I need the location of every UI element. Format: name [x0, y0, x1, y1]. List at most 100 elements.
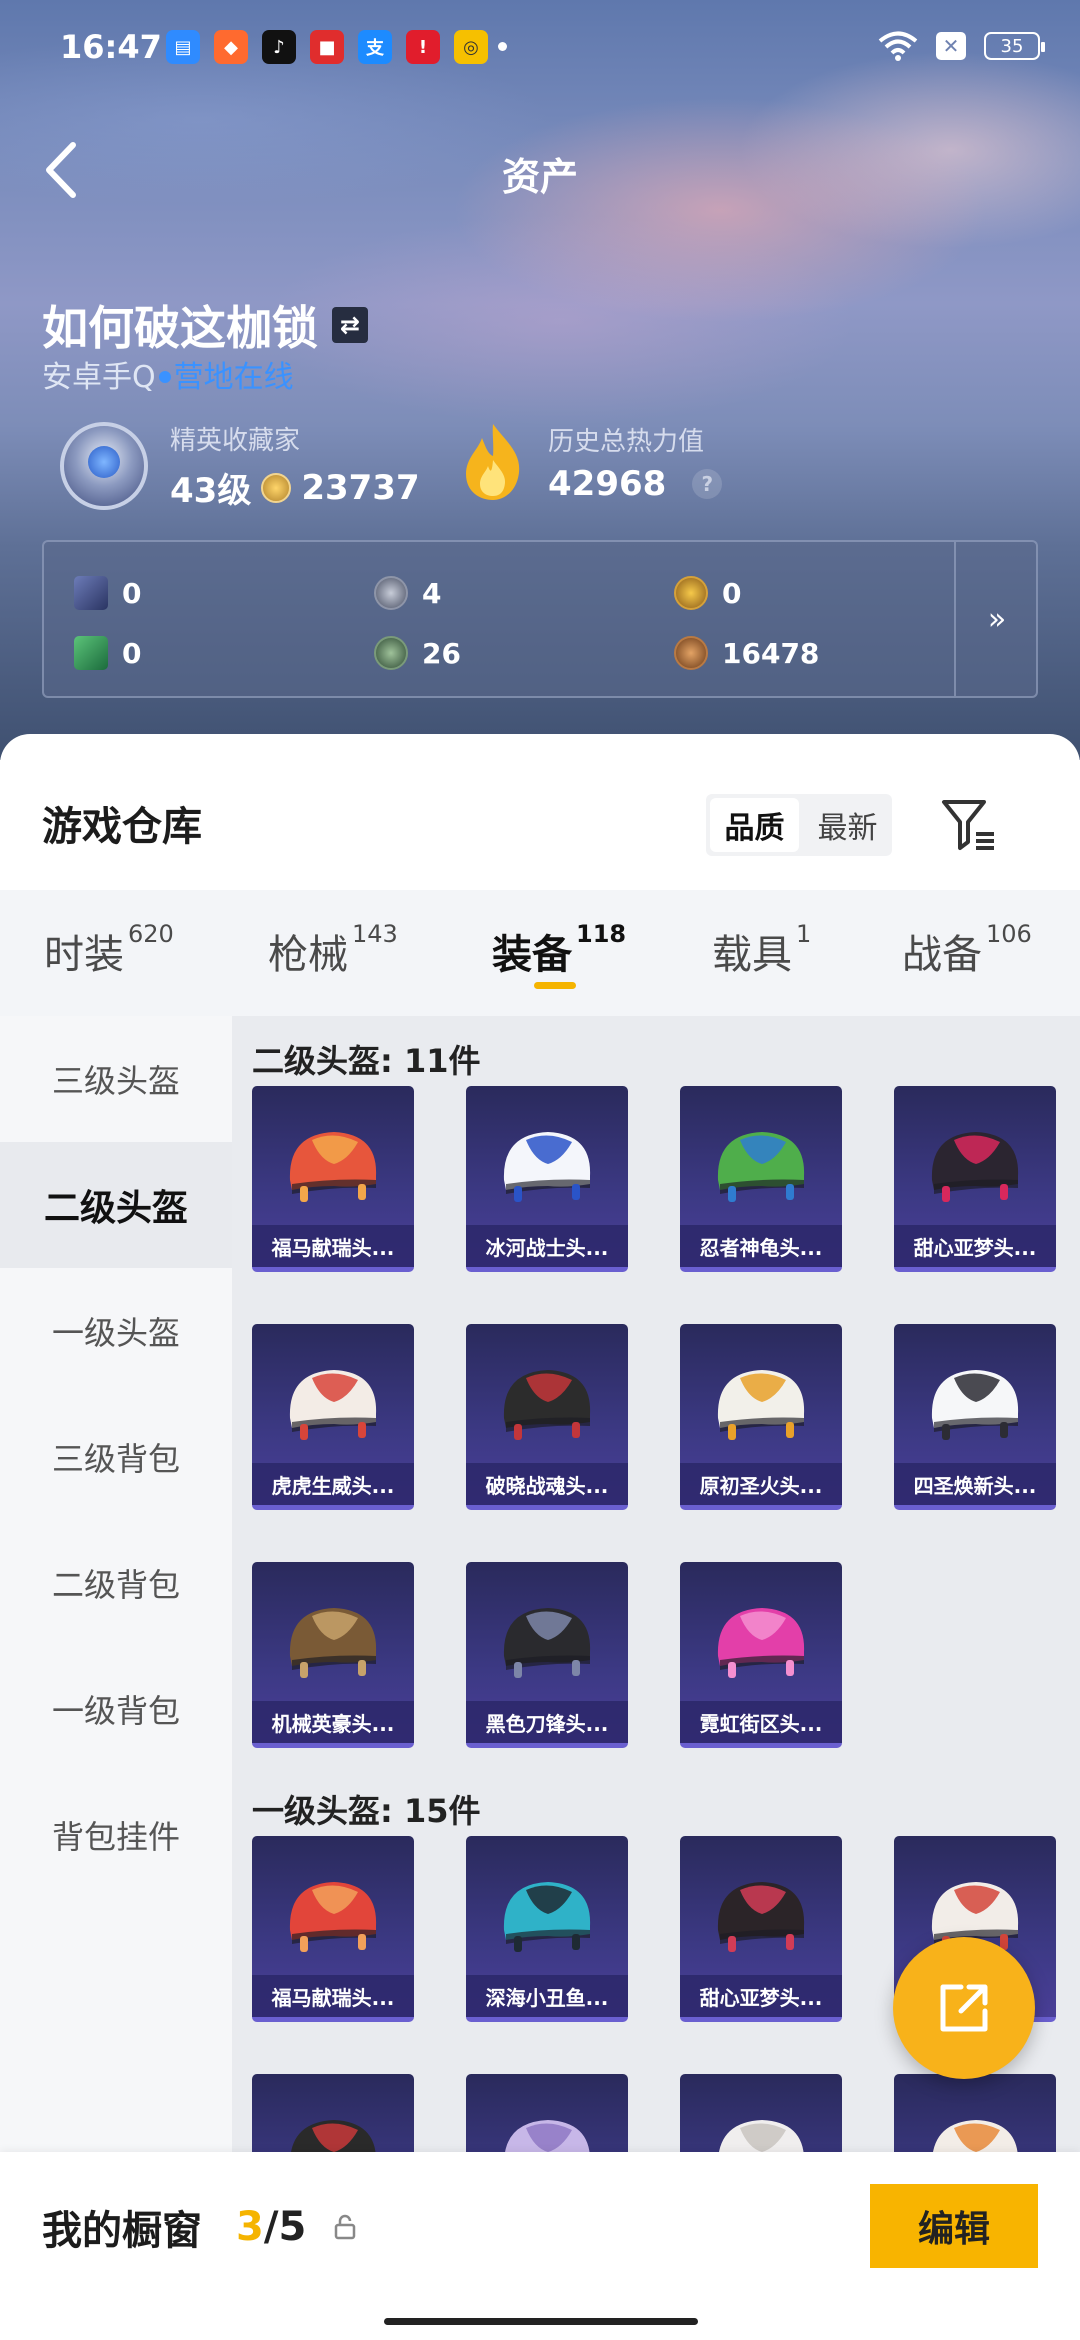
currency-e: 26: [374, 636, 461, 670]
item-grid: 二级头盔: 11件 一级头盔: 15件 福马献瑞头... 冰河战士头... 忍者神龟…: [232, 1016, 1080, 2340]
sim-off-icon: ✕: [936, 32, 966, 60]
more-notifications-dot: [498, 42, 507, 51]
helmet-card[interactable]: 甜心亚梦头...: [680, 1836, 842, 2022]
bronze-coin-icon: [674, 636, 708, 670]
profile-name: 如何破这枷锁: [42, 301, 318, 355]
flame-icon: [466, 424, 520, 500]
sidebar-item-helmet-2[interactable]: 二级头盔: [0, 1142, 232, 1268]
helmet-card[interactable]: 福马献瑞头...: [252, 1836, 414, 2022]
helmet-icon: [717, 1882, 805, 1952]
sort-quality[interactable]: 品质: [710, 798, 799, 852]
helmet-card[interactable]: 破晓战魂头...: [466, 1324, 628, 1510]
status-time: 16:47: [60, 28, 162, 66]
app-notification-icon: ◆: [214, 30, 248, 64]
share-button[interactable]: [893, 1937, 1035, 2079]
helmet-card[interactable]: 黑色刀锋头...: [466, 1562, 628, 1748]
section-title: 一级头盔: 15件: [252, 1792, 481, 1830]
profile-name-row: 如何破这枷锁 ⇄: [42, 292, 368, 358]
helmet-card-name: 忍者神龟头...: [680, 1225, 842, 1267]
tab-vehicles[interactable]: 载具 1: [712, 920, 811, 980]
switch-account-icon[interactable]: ⇄: [332, 307, 368, 343]
tab-gear[interactable]: 战备 106: [902, 920, 1032, 980]
showcase-label: 我的橱窗: [42, 2208, 202, 2254]
sort-newest[interactable]: 最新: [803, 794, 892, 856]
tiktok-icon: ♪: [262, 30, 296, 64]
helmet-card[interactable]: 机械英豪头...: [252, 1562, 414, 1748]
helmet-card[interactable]: 冰河战士头...: [466, 1086, 628, 1272]
tab-count: 620: [128, 920, 174, 948]
app-notification-icon: ■: [310, 30, 344, 64]
helmet-icon: [289, 1370, 377, 1440]
currency-more-button[interactable]: »: [956, 542, 1038, 696]
edit-showcase-button[interactable]: 编辑: [870, 2184, 1038, 2268]
helmet-card[interactable]: 四圣焕新头...: [894, 1324, 1056, 1510]
currency-value: 4: [422, 576, 442, 610]
helmet-card[interactable]: 虎虎生威头...: [252, 1324, 414, 1510]
warehouse-title: 游戏仓库: [42, 804, 202, 850]
helmet-card[interactable]: 福马献瑞头...: [252, 1086, 414, 1272]
helmet-icon: [931, 1132, 1019, 1202]
share-external-icon: [940, 1984, 988, 2032]
tab-count: 118: [576, 920, 627, 948]
tab-fashion[interactable]: 时装 620: [44, 920, 174, 980]
sidebar-item-backpack-2[interactable]: 二级背包: [0, 1520, 232, 1646]
tab-equipment[interactable]: 装备 118: [492, 920, 627, 980]
card-coupon-icon: [74, 576, 108, 610]
heat-help-icon[interactable]: ?: [692, 468, 723, 499]
sidebar-item-backpack-1[interactable]: 一级背包: [0, 1646, 232, 1772]
sidebar-item-helmet-1[interactable]: 一级头盔: [0, 1268, 232, 1394]
page-title: 资产: [501, 155, 578, 199]
collector-stat[interactable]: 精英收藏家 43级 23737: [60, 420, 420, 512]
helmet-card-name: 深海小丑鱼...: [466, 1975, 628, 2017]
tab-count: 106: [986, 920, 1032, 948]
currency-f: 16478: [674, 636, 819, 670]
helmet-card[interactable]: 原初圣火头...: [680, 1324, 842, 1510]
helmet-icon: [503, 1132, 591, 1202]
battery-icon: 35: [984, 32, 1045, 60]
helmet-card[interactable]: 霓虹街区头...: [680, 1562, 842, 1748]
helmet-card[interactable]: 甜心亚梦头...: [894, 1086, 1056, 1272]
gold-coin-icon: [674, 576, 708, 610]
filter-button[interactable]: [938, 794, 1000, 856]
tab-label: 装备: [492, 932, 572, 978]
sort-toggle: 品质 最新: [706, 794, 892, 856]
helmet-card-name: 福马献瑞头...: [252, 1975, 414, 2017]
sidebar-item-backpack-charm[interactable]: 背包挂件: [0, 1772, 232, 1898]
account-platform: 安卓手Q: [42, 360, 156, 395]
collector-label: 精英收藏家: [170, 426, 301, 456]
showcase-bar: 我的橱窗 3/5 编辑: [0, 2152, 1080, 2340]
online-dot: [158, 371, 171, 383]
helmet-card-name: 原初圣火头...: [680, 1463, 842, 1505]
currency-value: 0: [122, 576, 142, 610]
green-ticket-icon: [74, 636, 108, 670]
app-notification-icon: !: [406, 30, 440, 64]
showcase-total: 5: [278, 2204, 307, 2250]
green-coin-icon: [374, 636, 408, 670]
helmet-icon: [717, 1608, 805, 1678]
status-bar: 16:47 ▤ ◆ ♪ ■ 支 ! ◎ ✕ 35: [0, 0, 1080, 96]
helmet-card-name: 福马献瑞头...: [252, 1225, 414, 1267]
helmet-icon: [289, 1132, 377, 1202]
helmet-icon: [931, 1370, 1019, 1440]
heat-stat: 历史总热力值 42968 ?: [458, 420, 723, 504]
helmet-card-name: 甜心亚梦头...: [894, 1225, 1056, 1267]
app-notification-icon: ◎: [454, 30, 488, 64]
helmet-card-name: 机械英豪头...: [252, 1701, 414, 1743]
lock-icon: [335, 2214, 356, 2240]
collector-level: 43级: [170, 471, 252, 511]
helmet-card[interactable]: 深海小丑鱼...: [466, 1836, 628, 2022]
tab-label: 时装: [44, 932, 124, 978]
helmet-icon: [503, 1608, 591, 1678]
sidebar-item-backpack-3[interactable]: 三级背包: [0, 1394, 232, 1520]
sidebar-item-helmet-3[interactable]: 三级头盔: [0, 1016, 232, 1142]
collector-points-icon: [261, 472, 292, 503]
helmet-icon: [503, 1882, 591, 1952]
wifi-icon: [878, 31, 918, 61]
currency-value: 0: [122, 636, 142, 670]
helmet-card[interactable]: 忍者神龟头...: [680, 1086, 842, 1272]
showcase-separator: /: [263, 2204, 279, 2250]
helmet-card-name: 四圣焕新头...: [894, 1463, 1056, 1505]
tab-weapons[interactable]: 枪械 143: [268, 920, 398, 980]
home-indicator[interactable]: [384, 2318, 698, 2325]
online-status: 营地在线: [173, 360, 294, 395]
